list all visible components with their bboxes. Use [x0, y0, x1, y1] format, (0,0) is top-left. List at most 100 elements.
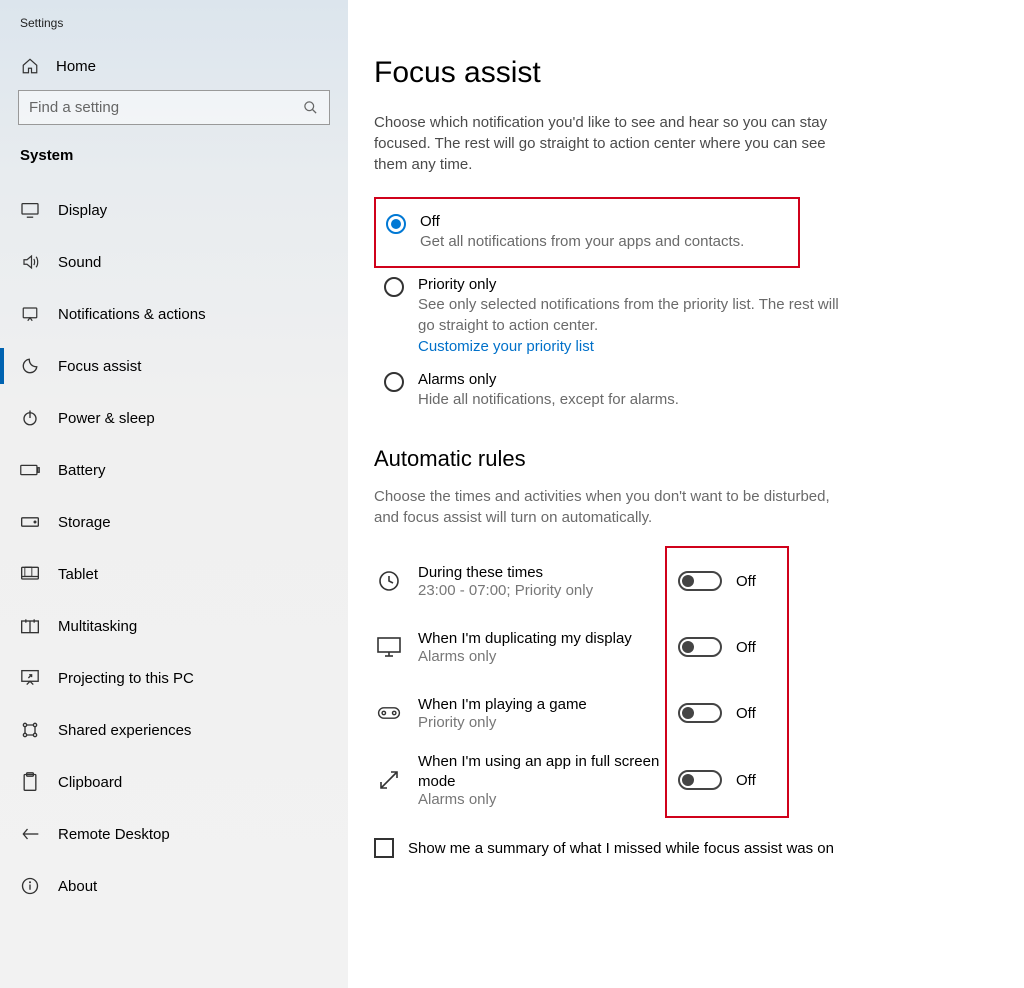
- radio-priority-control[interactable]: [384, 277, 404, 297]
- shared-exp-icon: [20, 720, 40, 740]
- rule-toggle-label: Off: [736, 639, 756, 656]
- rule-toggle[interactable]: [678, 637, 722, 657]
- radio-off[interactable]: Off Get all notifications from your apps…: [374, 197, 800, 268]
- home-label: Home: [56, 58, 96, 75]
- sidebar-item-label: Storage: [58, 514, 111, 531]
- sidebar-item-display[interactable]: Display: [0, 184, 348, 236]
- battery-icon: [20, 460, 40, 480]
- clipboard-icon: [20, 772, 40, 792]
- fullscreen-icon: [374, 768, 404, 792]
- nav-list: Display Sound Notifications & actions Focus…: [0, 184, 348, 912]
- rule-row[interactable]: When I'm playing a gamePriority only Off: [374, 680, 788, 746]
- page-title: Focus assist: [374, 56, 994, 90]
- sidebar-item-focus-assist[interactable]: Focus assist: [0, 340, 348, 392]
- sidebar-item-power-sleep[interactable]: Power & sleep: [0, 392, 348, 444]
- monitor-icon: [374, 636, 404, 658]
- rule-text: When I'm playing a gamePriority only: [418, 695, 664, 732]
- multitasking-icon: [20, 616, 40, 636]
- rule-subtitle: Alarms only: [418, 648, 664, 665]
- sound-icon: [20, 252, 40, 272]
- projecting-icon: [20, 668, 40, 688]
- sidebar-item-label: Power & sleep: [58, 410, 155, 427]
- storage-icon: [20, 512, 40, 532]
- rule-row[interactable]: When I'm duplicating my displayAlarms on…: [374, 614, 788, 680]
- sidebar-item-home[interactable]: Home: [0, 46, 348, 90]
- rule-toggle-group: Off: [678, 770, 788, 790]
- radio-off-desc: Get all notifications from your apps and…: [420, 232, 744, 252]
- sidebar: Settings Home System Display Sound Notific…: [0, 0, 348, 988]
- rule-title: When I'm using an app in full screen mod…: [418, 752, 664, 791]
- page-intro: Choose which notification you'd like to …: [374, 112, 844, 175]
- sidebar-item-clipboard[interactable]: Clipboard: [0, 756, 348, 808]
- rule-title: When I'm playing a game: [418, 695, 664, 715]
- rule-subtitle: Priority only: [418, 714, 664, 731]
- rule-toggle-group: Off: [678, 703, 788, 723]
- notifications-icon: [20, 304, 40, 324]
- search-icon: [303, 100, 319, 116]
- search-input[interactable]: [29, 99, 303, 116]
- automatic-rules-title: Automatic rules: [374, 446, 994, 472]
- home-icon: [20, 56, 40, 76]
- sidebar-item-shared-exp[interactable]: Shared experiences: [0, 704, 348, 756]
- rule-toggle-label: Off: [736, 772, 756, 789]
- rule-toggle[interactable]: [678, 571, 722, 591]
- radio-off-control[interactable]: [386, 214, 406, 234]
- rule-text: During these times23:00 - 07:00; Priorit…: [418, 563, 664, 600]
- radio-alarms-title: Alarms only: [418, 371, 679, 388]
- display-icon: [20, 200, 40, 220]
- sidebar-item-remote-desktop[interactable]: Remote Desktop: [0, 808, 348, 860]
- sidebar-item-label: Shared experiences: [58, 722, 191, 739]
- focus-assist-icon: [20, 356, 40, 376]
- radio-priority-desc: See only selected notifications from the…: [418, 295, 854, 336]
- sidebar-item-label: Notifications & actions: [58, 306, 206, 323]
- radio-alarms-control[interactable]: [384, 372, 404, 392]
- clock-icon: [374, 569, 404, 593]
- customize-priority-link[interactable]: Customize your priority list: [418, 338, 854, 355]
- rule-text: When I'm using an app in full screen mod…: [418, 752, 664, 808]
- sidebar-item-label: Focus assist: [58, 358, 141, 375]
- tablet-icon: [20, 564, 40, 584]
- sidebar-item-label: Multitasking: [58, 618, 137, 635]
- main-content: Focus assist Choose which notification y…: [348, 0, 1024, 988]
- section-label: System: [0, 141, 348, 184]
- radio-priority[interactable]: Priority only See only selected notifica…: [374, 268, 864, 363]
- sidebar-item-label: Clipboard: [58, 774, 122, 791]
- gamepad-icon: [374, 704, 404, 722]
- sidebar-item-notifications[interactable]: Notifications & actions: [0, 288, 348, 340]
- sidebar-item-about[interactable]: About: [0, 860, 348, 912]
- search-box[interactable]: [18, 90, 330, 125]
- automatic-rules-desc: Choose the times and activities when you…: [374, 486, 844, 528]
- radio-alarms-desc: Hide all notifications, except for alarm…: [418, 390, 679, 410]
- rule-subtitle: Alarms only: [418, 791, 664, 808]
- sidebar-item-sound[interactable]: Sound: [0, 236, 348, 288]
- rule-title: During these times: [418, 563, 664, 583]
- sidebar-item-projecting[interactable]: Projecting to this PC: [0, 652, 348, 704]
- search-container: [0, 90, 348, 141]
- sidebar-item-label: Display: [58, 202, 107, 219]
- radio-alarms[interactable]: Alarms only Hide all notifications, exce…: [374, 363, 864, 418]
- rule-row[interactable]: During these times23:00 - 07:00; Priorit…: [374, 548, 788, 614]
- rule-toggle[interactable]: [678, 770, 722, 790]
- sidebar-item-label: Tablet: [58, 566, 98, 583]
- app-title: Settings: [0, 12, 348, 46]
- rule-toggle-label: Off: [736, 705, 756, 722]
- rule-subtitle: 23:00 - 07:00; Priority only: [418, 582, 664, 599]
- rule-toggle-group: Off: [678, 571, 788, 591]
- about-icon: [20, 876, 40, 896]
- sidebar-item-label: Remote Desktop: [58, 826, 170, 843]
- rule-toggle-label: Off: [736, 573, 756, 590]
- rule-title: When I'm duplicating my display: [418, 629, 664, 649]
- sidebar-item-label: Projecting to this PC: [58, 670, 194, 687]
- rule-toggle[interactable]: [678, 703, 722, 723]
- summary-checkbox[interactable]: [374, 838, 394, 858]
- sidebar-item-tablet[interactable]: Tablet: [0, 548, 348, 600]
- sidebar-item-label: Sound: [58, 254, 101, 271]
- sidebar-item-storage[interactable]: Storage: [0, 496, 348, 548]
- sidebar-item-label: About: [58, 878, 97, 895]
- rule-row[interactable]: When I'm using an app in full screen mod…: [374, 746, 788, 814]
- radio-priority-title: Priority only: [418, 276, 854, 293]
- sidebar-item-battery[interactable]: Battery: [0, 444, 348, 496]
- sidebar-item-multitasking[interactable]: Multitasking: [0, 600, 348, 652]
- summary-checkbox-row[interactable]: Show me a summary of what I missed while…: [374, 838, 994, 858]
- rule-text: When I'm duplicating my displayAlarms on…: [418, 629, 664, 666]
